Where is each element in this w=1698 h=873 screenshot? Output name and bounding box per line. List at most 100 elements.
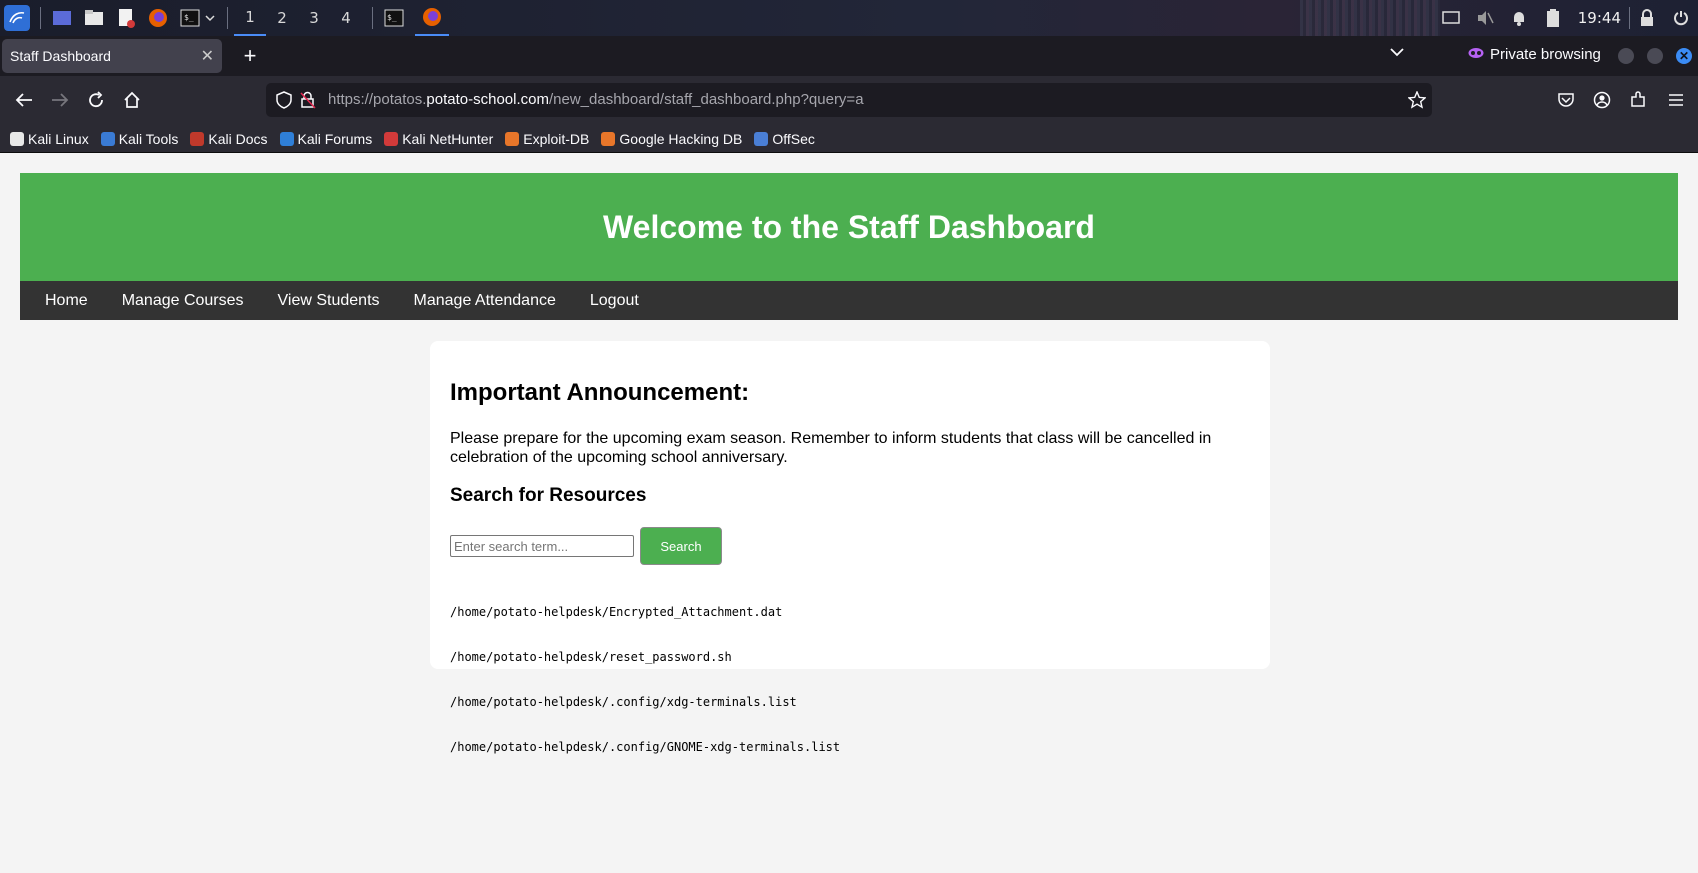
result-line: /home/potato-helpdesk/reset_password.sh bbox=[450, 650, 732, 664]
browser-navigation-bar: https://potatos.potato-school.com/new_da… bbox=[0, 76, 1698, 125]
private-mask-icon bbox=[1468, 46, 1484, 63]
home-icon[interactable] bbox=[120, 88, 144, 112]
taskbar-separator bbox=[1629, 7, 1630, 29]
page-content: Welcome to the Staff Dashboard Home Mana… bbox=[0, 153, 1698, 873]
workspace-3[interactable]: 3 bbox=[298, 0, 330, 36]
search-input[interactable] bbox=[450, 535, 634, 557]
url-text[interactable]: https://potatos.potato-school.com/new_da… bbox=[328, 91, 864, 108]
power-icon[interactable] bbox=[1670, 7, 1692, 29]
lock-warning-icon[interactable] bbox=[300, 91, 316, 114]
taskbar: $_ 1 2 3 4 $_ 19:44 bbox=[0, 0, 1698, 36]
private-browsing-indicator: Private browsing bbox=[1468, 46, 1601, 63]
bell-icon[interactable] bbox=[1508, 7, 1530, 29]
bookmark-favicon-icon bbox=[190, 131, 205, 146]
workspace-1[interactable]: 1 bbox=[234, 0, 266, 36]
url-prefix: https://potatos. bbox=[328, 91, 427, 108]
bookmark-kali-linux[interactable]: Kali Linux bbox=[10, 131, 89, 147]
clock[interactable]: 19:44 bbox=[1578, 9, 1621, 27]
bookmark-exploit-db[interactable]: Exploit-DB bbox=[505, 131, 589, 147]
bookmark-kali-docs[interactable]: Kali Docs bbox=[190, 130, 268, 147]
bookmark-favicon-icon bbox=[505, 131, 520, 146]
muted-speaker-icon[interactable] bbox=[1474, 7, 1496, 29]
workspace-4[interactable]: 4 bbox=[330, 0, 362, 36]
nav-logout[interactable]: Logout bbox=[590, 292, 639, 310]
terminal-icon[interactable]: $_ bbox=[179, 7, 201, 29]
firefox-icon[interactable] bbox=[147, 7, 169, 29]
bookmark-label: Kali Tools bbox=[118, 130, 179, 147]
bookmark-label: Google Hacking DB bbox=[619, 130, 743, 147]
nav-home[interactable]: Home bbox=[45, 292, 88, 310]
announcement-text: Please prepare for the upcoming exam sea… bbox=[450, 430, 1212, 466]
extensions-icon[interactable] bbox=[1626, 88, 1650, 112]
lock-icon[interactable] bbox=[1636, 7, 1658, 29]
bookmark-favicon-icon bbox=[10, 131, 24, 146]
text-editor-icon[interactable] bbox=[115, 7, 137, 29]
file-manager-icon[interactable] bbox=[83, 7, 105, 29]
close-icon[interactable]: ✕ bbox=[201, 46, 214, 66]
bookmark-favicon-icon bbox=[601, 131, 616, 146]
bookmark-star-icon[interactable] bbox=[1407, 90, 1427, 114]
forward-arrow-icon[interactable] bbox=[48, 88, 72, 112]
minimize-button[interactable] bbox=[1618, 48, 1634, 64]
workspace-2[interactable]: 2 bbox=[266, 0, 298, 36]
url-bar[interactable]: https://potatos.potato-school.com/new_da… bbox=[266, 83, 1432, 117]
result-line: /home/potato-helpdesk/.config/xdg-termin… bbox=[450, 695, 797, 709]
result-line: /home/potato-helpdesk/.config/GNOME-xdg-… bbox=[450, 740, 841, 754]
tab-list-chevron-icon[interactable] bbox=[1390, 44, 1404, 62]
bookmark-kali-nethunter[interactable]: Kali NetHunter bbox=[384, 131, 493, 147]
search-title: Search for Resources bbox=[450, 485, 647, 506]
bookmark-label: OffSec bbox=[772, 130, 815, 147]
taskbar-background-pattern bbox=[1300, 0, 1440, 36]
tab-staff-dashboard[interactable]: Staff Dashboard ✕ bbox=[2, 39, 222, 73]
bookmarks-toolbar: Kali Linux Kali Tools Kali Docs Kali Forums… bbox=[0, 125, 1698, 153]
bookmark-label: Kali Forums bbox=[297, 130, 373, 147]
bookmark-favicon-icon bbox=[754, 131, 769, 146]
bookmark-favicon-icon bbox=[100, 131, 115, 146]
shield-icon[interactable] bbox=[276, 91, 292, 114]
bookmark-kali-forums[interactable]: Kali Forums bbox=[279, 130, 373, 147]
window-close-button[interactable]: ✕ bbox=[1676, 48, 1692, 64]
new-tab-button[interactable]: + bbox=[236, 42, 264, 70]
url-domain: potato-school.com bbox=[426, 91, 549, 108]
bookmark-label: Kali NetHunter bbox=[402, 130, 494, 147]
announcement-title: Important Announcement: bbox=[450, 379, 750, 406]
site-header: Welcome to the Staff Dashboard bbox=[20, 173, 1678, 281]
svg-text:$_: $_ bbox=[387, 13, 397, 22]
desktop-icon[interactable] bbox=[51, 7, 73, 29]
taskbar-separator bbox=[227, 7, 228, 29]
nav-manage-courses[interactable]: Manage Courses bbox=[122, 292, 244, 310]
svg-text:$_: $_ bbox=[184, 13, 194, 22]
kali-menu-icon[interactable] bbox=[4, 5, 30, 31]
firefox-window-icon[interactable] bbox=[415, 0, 449, 36]
taskbar-separator bbox=[40, 7, 41, 29]
url-path: /new_dashboard/staff_dashboard.php?query… bbox=[548, 91, 864, 108]
page-title: Welcome to the Staff Dashboard bbox=[603, 208, 1095, 245]
bookmark-favicon-icon bbox=[384, 131, 399, 146]
battery-icon[interactable] bbox=[1542, 7, 1564, 29]
bookmark-label: Exploit-DB bbox=[523, 130, 590, 147]
bookmark-label: Kali Docs bbox=[208, 130, 268, 147]
bookmark-google-hacking-db[interactable]: Google Hacking DB bbox=[601, 131, 742, 147]
taskbar-separator bbox=[372, 7, 373, 29]
pocket-icon[interactable] bbox=[1554, 88, 1578, 112]
tab-title: Staff Dashboard bbox=[10, 48, 111, 64]
maximize-button[interactable] bbox=[1647, 48, 1663, 64]
private-browsing-label: Private browsing bbox=[1490, 46, 1601, 63]
nav-view-students[interactable]: View Students bbox=[278, 292, 380, 310]
content-card: Important Announcement: Please prepare f… bbox=[430, 341, 1270, 754]
back-arrow-icon[interactable] bbox=[12, 88, 36, 112]
bookmark-label: Kali Linux bbox=[28, 130, 89, 147]
search-button[interactable]: Search bbox=[640, 527, 722, 565]
bookmark-kali-tools[interactable]: Kali Tools bbox=[100, 130, 179, 147]
chevron-down-icon[interactable] bbox=[203, 7, 217, 29]
bookmark-favicon-icon bbox=[279, 131, 294, 146]
browser-tab-bar: Staff Dashboard ✕ + Private browsing ✕ bbox=[0, 36, 1698, 76]
terminal-window-icon[interactable]: $_ bbox=[383, 7, 405, 29]
account-icon[interactable] bbox=[1590, 88, 1614, 112]
bookmark-offsec[interactable]: OffSec bbox=[754, 131, 815, 147]
display-icon[interactable] bbox=[1440, 7, 1462, 29]
site-navigation: Home Manage Courses View Students Manage… bbox=[20, 281, 1678, 320]
nav-manage-attendance[interactable]: Manage Attendance bbox=[414, 292, 556, 310]
hamburger-menu-icon[interactable] bbox=[1664, 88, 1688, 112]
reload-icon[interactable] bbox=[84, 88, 108, 112]
